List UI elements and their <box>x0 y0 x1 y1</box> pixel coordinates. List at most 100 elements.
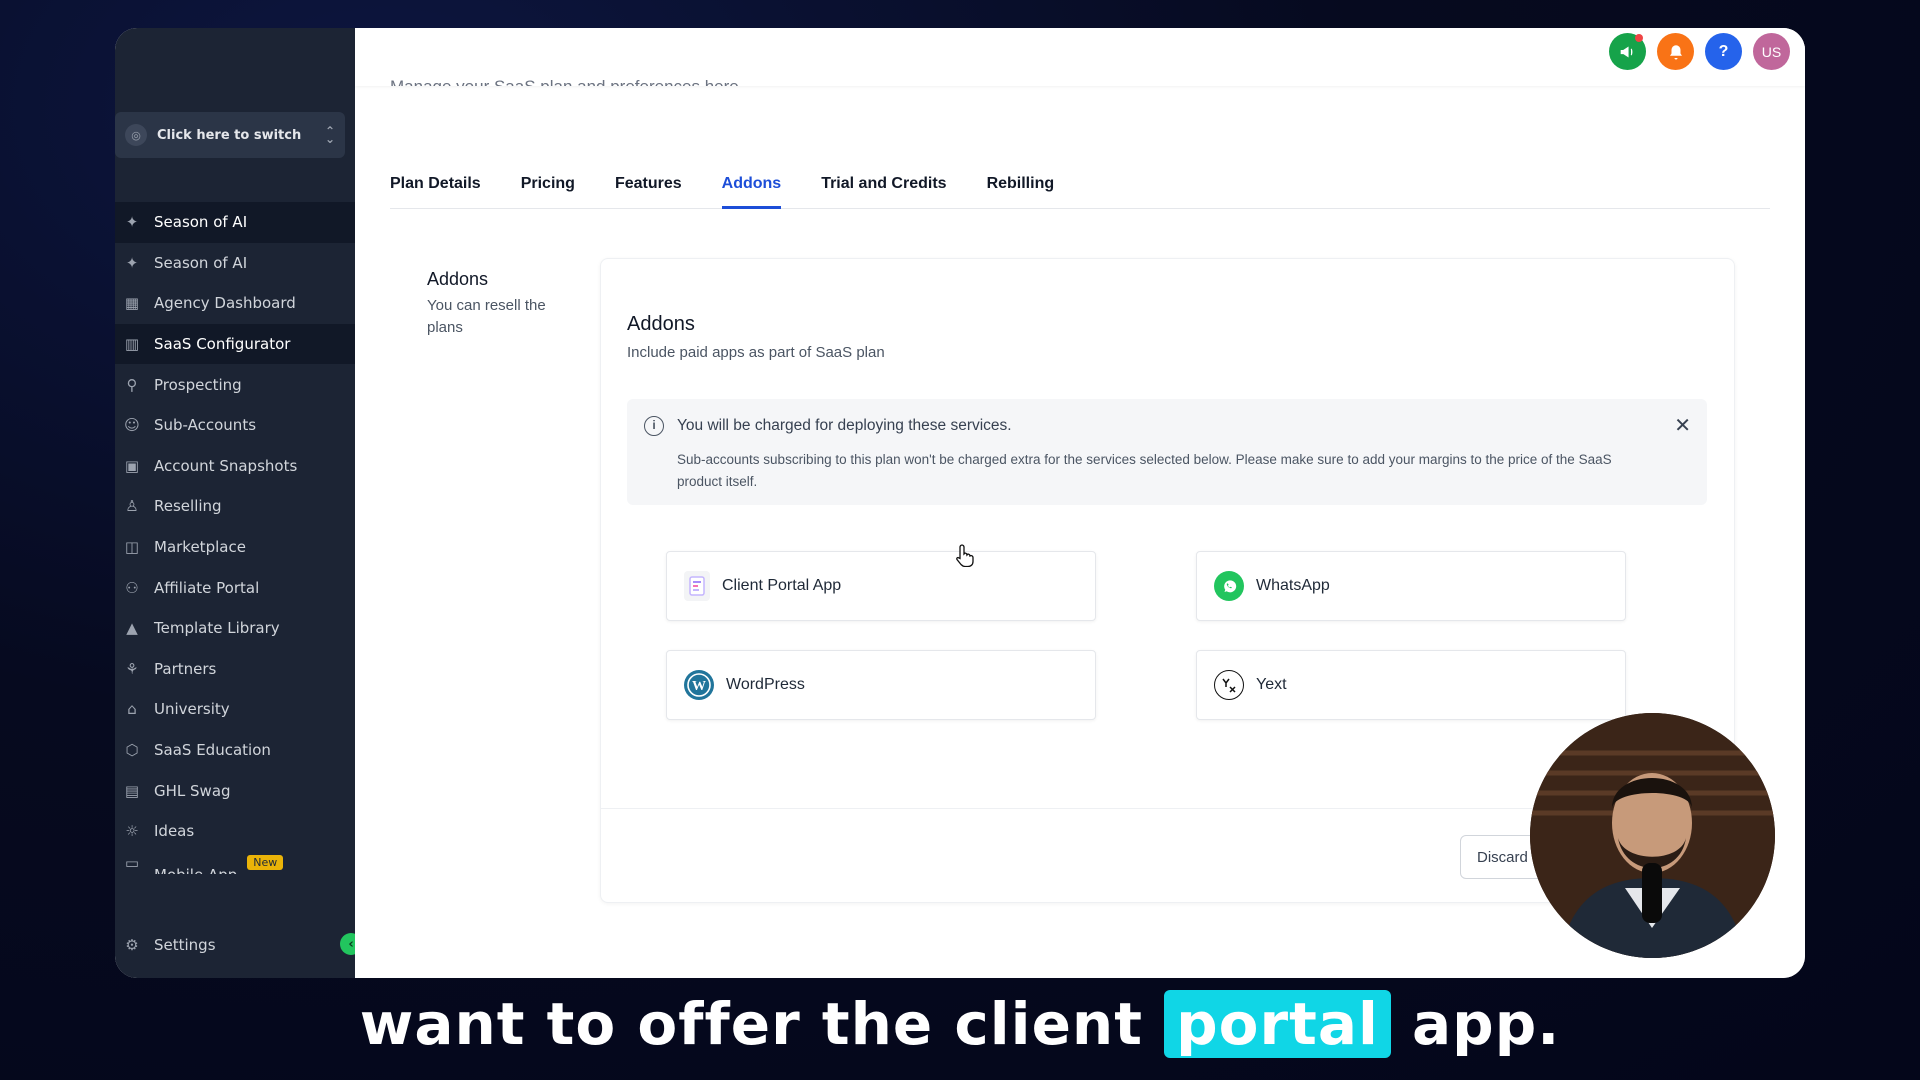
sidebar-item-agency-dashboard[interactable]: ▦ Agency Dashboard <box>115 283 355 324</box>
sparkle-icon: ✦ <box>125 253 139 272</box>
location-switcher[interactable]: ◎ Click here to switch ⌃ ⌄ <box>115 112 345 158</box>
help-icon[interactable]: ? <box>1705 33 1742 70</box>
settings-label: Settings <box>154 936 216 954</box>
top-bar: Manage your SaaS plan and preferences he… <box>355 28 1805 86</box>
bar-chart-icon: ▥ <box>124 335 140 354</box>
box-icon: ⬡ <box>125 741 139 760</box>
section-title: Addons <box>427 269 489 289</box>
sidebar-item-mobile-app[interactable]: ▭ Mobile App New <box>115 852 355 874</box>
sidebar-item-label: Sub-Accounts <box>154 416 257 435</box>
handshake-icon: ⚘ <box>125 659 139 678</box>
addon-label: Client Portal App <box>722 577 842 594</box>
addon-wordpress[interactable]: W WordPress <box>666 650 1096 720</box>
tab-bar: Plan Details Pricing Features Addons Tri… <box>390 153 1770 209</box>
svg-text:W: W <box>692 679 706 694</box>
gear-icon: ⚙ <box>125 936 139 954</box>
sidebar-item-label: Season of AI <box>154 213 248 232</box>
bell-icon[interactable] <box>1657 33 1694 70</box>
sidebar-item-label: Marketplace <box>154 538 246 557</box>
hierarchy-icon: ♙ <box>125 497 139 516</box>
users-icon: ⚇ <box>125 578 139 597</box>
sidebar-item-settings[interactable]: ⚙ Settings <box>120 936 216 954</box>
user-icon: ☺ <box>124 416 140 435</box>
sidebar-item-ideas[interactable]: ☼ Ideas <box>115 811 355 852</box>
mouse-cursor-icon <box>956 544 974 567</box>
bag-icon: ◫ <box>124 538 140 557</box>
close-icon[interactable]: ✕ <box>1674 413 1691 438</box>
sidebar-item-account-snapshots[interactable]: ▣ Account Snapshots <box>115 446 355 487</box>
sidebar-item-label: GHL Swag <box>154 781 231 800</box>
sparkle-icon: ✦ <box>125 213 139 232</box>
switcher-label: Click here to switch <box>157 127 302 143</box>
webcam-overlay <box>1530 713 1775 958</box>
caption-text-after: app. <box>1412 990 1561 1058</box>
sidebar-item-prospecting[interactable]: ⚲ Prospecting <box>115 364 355 405</box>
whatsapp-icon <box>1214 571 1244 601</box>
sidebar-item-label: SaaS Configurator <box>154 335 291 354</box>
sidebar-item-label: Prospecting <box>154 375 242 394</box>
sidebar-item-partners[interactable]: ⚘ Partners <box>115 649 355 690</box>
dashboard-icon: ▦ <box>124 294 140 313</box>
addon-yext[interactable]: Yext <box>1196 650 1626 720</box>
shapes-icon: ▲ <box>126 619 138 638</box>
addon-client-portal-app[interactable]: Client Portal App <box>666 551 1096 621</box>
sidebar-item-saas-education[interactable]: ⬡ SaaS Education <box>115 730 355 771</box>
tab-trial-and-credits[interactable]: Trial and Credits <box>821 153 946 209</box>
avatar[interactable]: US <box>1753 33 1790 70</box>
sidebar-item-label: Ideas <box>154 822 195 841</box>
sidebar-item-label: Partners <box>154 659 217 678</box>
yext-icon <box>1214 670 1244 700</box>
alert-description: Sub-accounts subscribing to this plan wo… <box>677 452 1612 489</box>
sidebar-item-template-library[interactable]: ▲ Template Library <box>115 608 355 649</box>
chevron-updown-icon: ⌃ ⌄ <box>324 124 335 146</box>
lightbulb-icon: ☼ <box>125 822 139 841</box>
sidebar-item-season-of-ai-2[interactable]: ✦ Season of AI <box>115 243 355 284</box>
caption-highlight: portal <box>1164 990 1391 1058</box>
sidebar-nav: ✦ Season of AI ✦ Season of AI ▦ Agency D… <box>115 202 355 874</box>
sidebar-item-saas-configurator[interactable]: ▥ SaaS Configurator <box>115 323 355 365</box>
sidebar-item-affiliate-portal[interactable]: ⚇ Affiliate Portal <box>115 567 355 608</box>
tab-rebilling[interactable]: Rebilling <box>987 153 1055 209</box>
sidebar-item-label: Template Library <box>154 619 280 638</box>
graduation-cap-icon: ⌂ <box>127 700 137 719</box>
store-icon: ▤ <box>124 781 140 800</box>
caption-text-before: want to offer the client <box>359 990 1143 1058</box>
sidebar-item-marketplace[interactable]: ◫ Marketplace <box>115 527 355 568</box>
tab-pricing[interactable]: Pricing <box>521 153 575 209</box>
sidebar-item-label: University <box>154 700 230 719</box>
sidebar-item-sub-accounts[interactable]: ☺ Sub-Accounts <box>115 405 355 446</box>
section-intro: Addons You can resell the plans <box>427 269 577 339</box>
user-search-icon: ⚲ <box>126 375 138 394</box>
phone-icon: ▭ <box>124 853 140 872</box>
sidebar-item-label: Season of AI <box>154 253 248 272</box>
sidebar-item-reselling[interactable]: ♙ Reselling <box>115 486 355 527</box>
info-icon: i <box>644 416 664 436</box>
location-icon: ◎ <box>125 124 147 146</box>
addon-label: WordPress <box>726 676 805 693</box>
page-subtitle: Manage your SaaS plan and preferences he… <box>390 72 743 86</box>
top-icons: ? US <box>1609 33 1790 70</box>
video-caption: want to offer the client portal app. <box>0 990 1920 1058</box>
notification-dot <box>1635 34 1643 42</box>
addon-label: Yext <box>1256 676 1287 693</box>
client-portal-icon <box>684 571 710 601</box>
sidebar-item-season-of-ai[interactable]: ✦ Season of AI <box>115 202 355 243</box>
addon-label: WhatsApp <box>1256 577 1330 594</box>
sidebar: ◎ Click here to switch ⌃ ⌄ ✦ Season of AI… <box>115 28 362 978</box>
addon-whatsapp[interactable]: WhatsApp <box>1196 551 1626 621</box>
tab-features[interactable]: Features <box>615 153 682 209</box>
tab-plan-details[interactable]: Plan Details <box>390 153 481 209</box>
sidebar-item-university[interactable]: ⌂ University <box>115 689 355 730</box>
sidebar-item-ghl-swag[interactable]: ▤ GHL Swag <box>115 770 355 811</box>
sidebar-item-label: Affiliate Portal <box>154 578 260 597</box>
info-alert: i You will be charged for deploying thes… <box>627 399 1707 505</box>
card-subtitle: Include paid apps as part of SaaS plan <box>627 344 885 361</box>
section-description: You can resell the plans <box>427 297 546 336</box>
sidebar-item-label: Agency Dashboard <box>154 294 296 313</box>
megaphone-icon[interactable] <box>1609 33 1646 70</box>
tab-addons[interactable]: Addons <box>721 153 782 209</box>
sidebar-item-label: Mobile App <box>154 866 237 874</box>
sidebar-item-label: SaaS Education <box>154 741 271 760</box>
new-badge: New <box>247 855 284 870</box>
card-title: Addons <box>627 313 695 335</box>
